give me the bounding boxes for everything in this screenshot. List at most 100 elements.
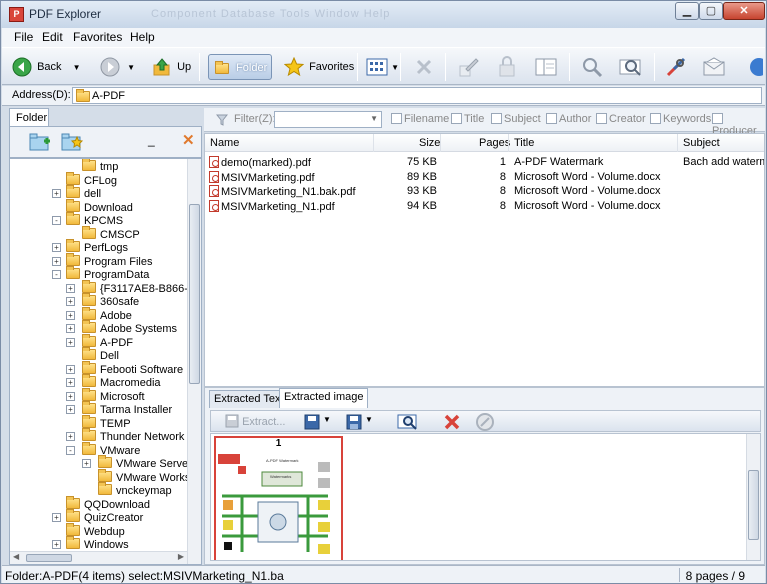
filter-creator-checkbox[interactable]: Creator <box>596 113 646 125</box>
expand-node-icon[interactable]: + <box>66 297 75 306</box>
filter-filename-checkbox[interactable]: Filename <box>391 113 449 125</box>
filter-keywords-checkbox[interactable]: Keywords <box>650 113 711 125</box>
copy-disk-icon[interactable] <box>303 413 321 431</box>
image-thumbnail[interactable]: 1 A-PDF Watermark Watermarks <box>214 436 343 560</box>
file-row[interactable]: demo(marked).pdf 75 KB 1 A-PDF Watermark Bac… <box>205 155 764 169</box>
minimize-button[interactable]: ▁ <box>675 2 699 20</box>
tree-item[interactable]: Thunder Network <box>82 428 184 443</box>
scrollbar-thumb[interactable] <box>189 204 200 384</box>
favorite-folder-icon[interactable] <box>60 131 84 153</box>
collapse-node-icon[interactable]: - <box>52 270 61 279</box>
menu-file[interactable]: File <box>14 30 33 44</box>
expand-node-icon[interactable]: + <box>66 405 75 414</box>
split-view-button[interactable] <box>535 54 557 80</box>
filter-title-checkbox[interactable]: Title <box>451 113 484 125</box>
scrollbar-thumb[interactable] <box>748 470 759 540</box>
filter-subject-checkbox[interactable]: Subject <box>491 113 541 125</box>
preview-vertical-scrollbar[interactable] <box>746 434 760 560</box>
tree-item[interactable]: tmp <box>82 159 118 173</box>
expand-node-icon[interactable]: + <box>52 256 61 266</box>
forward-button[interactable]: ▼ <box>100 54 135 80</box>
tools-button[interactable] <box>665 54 687 80</box>
tree-item[interactable]: Webdup <box>66 522 125 538</box>
maximize-button[interactable]: ▢ <box>699 2 723 20</box>
column-pages[interactable]: Pages <box>479 137 510 149</box>
expand-node-icon[interactable]: + <box>66 283 75 293</box>
expand-node-icon[interactable]: + <box>66 378 75 387</box>
back-dropdown-icon[interactable]: ▼ <box>73 63 81 72</box>
tree-item[interactable]: Tarma Installer <box>82 401 172 416</box>
expand-node-icon[interactable]: + <box>66 432 75 441</box>
close-button[interactable]: ✕ <box>723 2 765 20</box>
expand-node-icon[interactable]: + <box>52 540 61 549</box>
tree-item[interactable]: QQDownload <box>66 495 150 511</box>
file-row[interactable]: MSIVMarketing_N1.pdf 94 KB 8 Microsoft Word… <box>205 199 764 213</box>
column-size[interactable]: Size <box>419 137 440 149</box>
expand-node-icon[interactable]: + <box>66 310 75 320</box>
scroll-right-icon[interactable]: ▶ <box>178 552 184 561</box>
zoom-image-icon[interactable] <box>397 412 419 432</box>
expand-node-icon[interactable]: + <box>66 324 75 333</box>
column-title[interactable]: Title <box>514 137 534 149</box>
view-mode-button[interactable]: ▼ <box>366 54 399 80</box>
menu-help[interactable]: Help <box>130 30 155 44</box>
delete-red-x-icon[interactable] <box>443 413 461 431</box>
expand-node-icon[interactable]: + <box>52 243 61 252</box>
filter-input[interactable]: ▼ <box>274 111 382 128</box>
tree-item[interactable]: QuizCreator <box>66 509 143 524</box>
extract-button[interactable]: Extract... <box>225 414 285 428</box>
tree-item[interactable]: {F3117AE8-B866-49 <box>82 279 200 295</box>
web-button[interactable] <box>747 54 763 80</box>
up-button[interactable]: Up <box>152 54 191 80</box>
tree-item[interactable]: Macromedia <box>82 374 161 389</box>
expand-node-icon[interactable]: + <box>66 391 75 401</box>
address-input[interactable]: A-PDF <box>72 87 762 104</box>
expand-node-icon[interactable]: + <box>66 337 75 347</box>
tree-item[interactable]: ProgramData <box>66 266 149 281</box>
tree-item[interactable]: CMSCP <box>82 225 140 241</box>
scroll-left-icon[interactable]: ◀ <box>13 552 19 561</box>
tree-item[interactable]: KPCMS <box>66 212 123 227</box>
copy-dropdown-icon[interactable]: ▼ <box>323 415 331 424</box>
collapse-node-icon[interactable]: - <box>66 445 75 455</box>
back-button[interactable]: Back ▼ <box>12 54 81 80</box>
tree-horizontal-scrollbar[interactable]: ◀ ▶ <box>10 551 187 564</box>
column-subject[interactable]: Subject <box>683 137 720 149</box>
tab-folder[interactable]: Folder <box>9 108 49 126</box>
tree-item[interactable]: VMware Server <box>98 455 192 470</box>
email-button[interactable] <box>703 54 725 80</box>
folder-toggle-button[interactable]: Folder <box>208 54 272 80</box>
save-dropdown-icon[interactable]: ▼ <box>365 415 373 424</box>
tree-item[interactable]: Adobe Systems <box>82 320 177 335</box>
search-in-files-button[interactable] <box>619 54 643 80</box>
delete-tool-button[interactable] <box>414 54 434 80</box>
tree-item[interactable]: Windows <box>66 536 129 551</box>
tree-vertical-scrollbar[interactable] <box>187 159 201 564</box>
tree-item[interactable]: VMware <box>82 441 140 457</box>
tree-item[interactable]: 360safe <box>82 293 139 308</box>
collapse-panel-button[interactable]: _ <box>148 133 155 147</box>
stop-icon[interactable] <box>475 412 495 432</box>
view-dropdown-icon[interactable]: ▼ <box>391 63 399 72</box>
expand-node-icon[interactable]: + <box>66 364 75 374</box>
close-panel-icon[interactable]: ✕ <box>182 131 195 149</box>
tab-extracted-image[interactable]: Extracted image <box>279 388 369 408</box>
expand-node-icon[interactable]: + <box>52 189 61 198</box>
forward-dropdown-icon[interactable]: ▼ <box>127 63 135 72</box>
lock-tool-button[interactable] <box>497 54 517 80</box>
file-row[interactable]: MSIVMarketing_N1.bak.pdf 93 KB 8 Microsoft … <box>205 184 764 198</box>
expand-node-icon[interactable]: + <box>52 513 61 522</box>
new-folder-icon[interactable] <box>28 131 52 153</box>
collapse-node-icon[interactable]: - <box>52 216 61 225</box>
tree-item[interactable]: Download <box>66 198 133 214</box>
expand-node-icon[interactable]: + <box>82 459 91 468</box>
scrollbar-thumb[interactable] <box>26 554 72 562</box>
filter-dropdown-icon[interactable]: ▼ <box>370 114 378 123</box>
tree-item[interactable]: PerfLogs <box>66 239 128 254</box>
filter-author-checkbox[interactable]: Author <box>546 113 591 125</box>
menu-favorites[interactable]: Favorites <box>73 30 122 44</box>
search-button[interactable] <box>581 54 603 80</box>
tree-item[interactable]: Program Files <box>66 252 152 268</box>
column-name[interactable]: Name <box>210 137 239 149</box>
tab-extracted-text[interactable]: Extracted Text <box>209 390 289 408</box>
